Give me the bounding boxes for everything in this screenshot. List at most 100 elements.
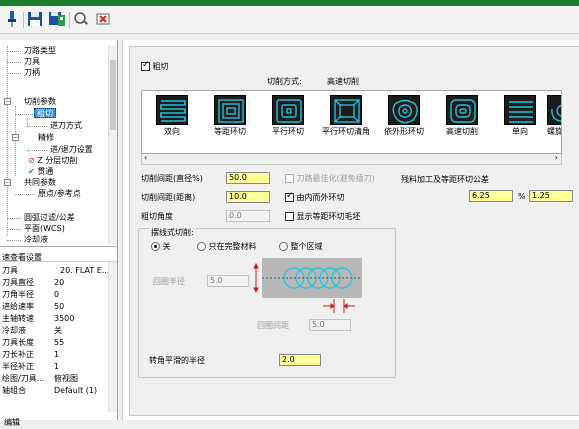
stepover-pct-input[interactable]: 50.0 xyxy=(226,172,270,184)
tree-scrollbar[interactable] xyxy=(108,46,117,244)
cut-method-label: 切削方式: xyxy=(267,77,302,86)
save-all-icon[interactable] xyxy=(47,9,67,29)
quick-view-scrollbar[interactable] xyxy=(108,262,117,412)
check-icon: ✔ xyxy=(28,167,35,176)
tree-item-entry[interactable]: 进刀方式 xyxy=(50,121,82,131)
radio-off[interactable]: 关 xyxy=(151,241,171,252)
method-one-way[interactable]: 单向 xyxy=(493,93,547,141)
pin-icon[interactable] xyxy=(2,9,22,29)
loop-spacing-input[interactable]: 5.0 xyxy=(309,319,351,331)
inside-out-checkbox[interactable]: 由内而外环切 xyxy=(285,191,345,203)
quick-view-row: 刀角半径 0 xyxy=(2,290,60,299)
collapse-icon[interactable]: − xyxy=(12,134,19,141)
tree-item-label: 刀路类型 xyxy=(24,46,56,55)
tree-item-depth-cuts[interactable]: ⊘ Z 分层切削 xyxy=(28,156,77,166)
scrollbar-thumb[interactable] xyxy=(110,60,116,130)
scroll-left-icon[interactable]: ‹ xyxy=(144,153,147,162)
left-panel: 刀路类型 刀具 刀柄 − 切削参数 粗切 进刀方式 − 精修 进/退刀设置 ⊘ … xyxy=(0,40,118,429)
method-label: 单向 xyxy=(512,127,528,136)
radio-label: 只在完整材料 xyxy=(208,242,257,251)
inside-out-label: 由内而外环切 xyxy=(296,193,345,202)
method-label: 依外形环切 xyxy=(384,127,424,136)
toolbar-separator xyxy=(23,12,24,28)
tree-item-label: 进刀方式 xyxy=(50,121,82,130)
corner-radius-input[interactable]: 2.0 xyxy=(279,354,321,366)
save-icon[interactable] xyxy=(25,9,45,29)
method-label: 等距环切 xyxy=(214,127,246,136)
optimize-label: 刀路最佳化(避免插刀) xyxy=(296,174,375,183)
rough-angle-label: 粗切角度 xyxy=(141,212,173,221)
radio-label: 关 xyxy=(162,242,171,251)
trochoidal-preview xyxy=(252,256,364,300)
tree-item-label: 共同参数 xyxy=(24,178,56,187)
method-parallel-spiral[interactable]: 平行环切 xyxy=(261,93,315,141)
tree-item-label: 圆弧过滤/公差 xyxy=(24,213,75,222)
method-label: 高速切削 xyxy=(446,127,478,136)
tree-item-label: 平面(WCS) xyxy=(24,224,65,233)
stepover-dist-input[interactable]: 10.0 xyxy=(226,191,270,203)
tree-item-label: 冷却液 xyxy=(24,235,48,244)
tree-item-holder[interactable]: 刀柄 xyxy=(24,68,40,78)
tree-item-break-through[interactable]: ✔ 贯通 xyxy=(28,167,53,177)
collapse-icon[interactable]: − xyxy=(4,179,11,186)
tree-item-arc-filter[interactable]: 圆弧过滤/公差 xyxy=(24,213,75,223)
collapse-icon[interactable]: − xyxy=(4,98,11,105)
radio-icon xyxy=(197,242,206,251)
optimize-checkbox[interactable]: 刀路最佳化(避免插刀) xyxy=(285,173,375,184)
show-stock-label: 显示等距环切毛坯 xyxy=(296,212,361,221)
method-parallel-spiral-clean-corners[interactable]: 平行环切清角 xyxy=(319,93,373,141)
radio-label: 整个区域 xyxy=(290,242,323,251)
method-morph-spiral[interactable]: 依外形环切 xyxy=(377,93,431,141)
tree-item-home-ref[interactable]: 原点/参考点 xyxy=(38,189,81,199)
tree-item-label: Z 分层切削 xyxy=(37,156,78,165)
trochoidal-group: 摆线式切削: 关 只在完整材料 整个区域 回圈半径 5.0 回圈间距 5.0 转… xyxy=(138,227,396,378)
show-stock-checkbox[interactable]: 显示等距环切毛坯 xyxy=(285,211,361,222)
method-zigzag[interactable]: 双向 xyxy=(145,93,199,141)
method-label: 双向 xyxy=(164,127,180,136)
delete-icon[interactable] xyxy=(93,9,113,29)
scroll-right-icon[interactable]: › xyxy=(555,153,558,162)
zigzag-icon xyxy=(156,95,188,125)
tree-item-lead-in-out[interactable]: 进/退刀设置 xyxy=(50,145,93,155)
method-true-spiral[interactable]: 螺旋 xyxy=(547,93,561,141)
tolerance-unit: % xyxy=(518,192,526,201)
quick-view-row: 主轴转速 3500 xyxy=(2,314,75,323)
stepover-dist-label: 切削间距(距离) xyxy=(141,193,196,202)
tolerance-pct-input[interactable]: 6.25 xyxy=(469,190,513,202)
method-high-speed[interactable]: 高速切削 xyxy=(435,93,489,141)
quick-view-row: 半径补正 1 xyxy=(2,362,60,371)
tree-item-cut-params[interactable]: 切削参数 xyxy=(24,97,56,107)
tree-item-rough[interactable]: 粗切 xyxy=(34,108,56,118)
tree-item-common-params[interactable]: 共同参数 xyxy=(24,178,56,188)
cut-method-gallery: 双向 等距环切 平行环切 平行环切清角 依外形环切 高速切削 单向 螺旋 xyxy=(141,90,562,154)
tree-item-planes[interactable]: 平面(WCS) xyxy=(24,224,65,234)
method-constant-overlap-spiral[interactable]: 等距环切 xyxy=(203,93,257,141)
tree-item-label: 粗切 xyxy=(37,109,53,118)
tree-item-label: 切削参数 xyxy=(24,97,56,106)
cut-method-value: 高速切削 xyxy=(327,77,359,86)
main-panel: 粗切 切削方式: 高速切削 双向 等距环切 平行环切 平行环切清角 xyxy=(122,40,579,429)
tree-item-label: 精修 xyxy=(38,133,54,142)
quick-view-row: 进给速率 50 xyxy=(2,302,65,311)
tree-item-finish[interactable]: 精修 xyxy=(38,133,54,143)
tree-item-coolant[interactable]: 冷却液 xyxy=(24,235,48,245)
radio-entire-area[interactable]: 整个区域 xyxy=(279,241,323,252)
tolerance-value-input[interactable]: 1.25 xyxy=(529,190,573,202)
radio-icon xyxy=(151,242,160,251)
tree-item-tool[interactable]: 刀具 xyxy=(24,57,40,67)
checkbox-icon xyxy=(285,191,294,202)
spiral-icon xyxy=(214,95,246,125)
edit-icon[interactable] xyxy=(71,9,91,29)
gallery-scrollbar[interactable]: ‹ › xyxy=(141,153,562,165)
corner-radius-label: 转角平滑的半径 xyxy=(149,356,205,365)
rough-checkbox[interactable]: 粗切 xyxy=(141,60,169,72)
rough-panel: 粗切 切削方式: 高速切削 双向 等距环切 平行环切 平行环切清角 xyxy=(129,46,579,416)
loop-radius-label: 回圈半径 xyxy=(153,277,185,286)
tolerance-label: 残料加工及等距环切公差 xyxy=(401,175,489,184)
loop-spacing-arrows xyxy=(319,299,359,313)
loop-radius-input[interactable]: 5.0 xyxy=(207,275,249,287)
radio-full-material[interactable]: 只在完整材料 xyxy=(197,241,257,252)
true-spiral-icon xyxy=(547,95,561,125)
tree-item-toolpath-type[interactable]: 刀路类型 xyxy=(24,46,56,56)
rough-angle-input[interactable]: 0.0 xyxy=(226,210,270,222)
